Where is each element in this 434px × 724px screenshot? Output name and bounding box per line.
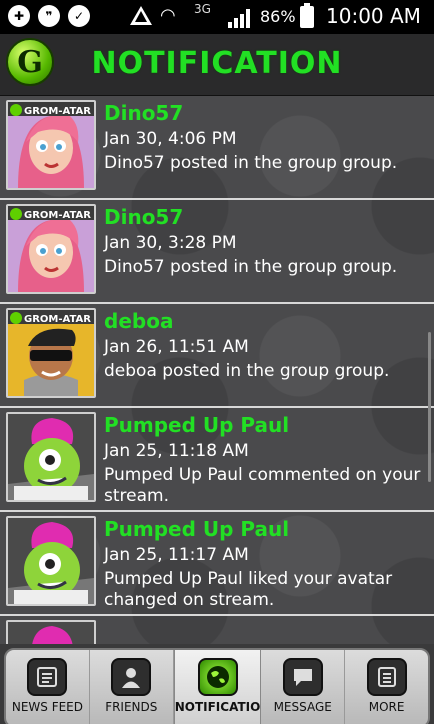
nav-news-feed[interactable]: NEWS FEED <box>6 650 90 724</box>
sender-name[interactable]: Pumped Up Paul <box>104 516 430 542</box>
nav-label: NOTIFICATIO <box>174 700 261 714</box>
message-icon <box>282 658 323 696</box>
globe-icon <box>197 658 238 696</box>
notification-message: Pumped Up Paul liked your avatar changed… <box>104 569 393 610</box>
notification-message: Dino57 posted in the group group. <box>104 257 398 277</box>
nav-label: FRIENDS <box>105 700 158 714</box>
notification-row[interactable]: Pumped Up Paul Jan 25, 11:17 AM Pumped U… <box>0 512 434 616</box>
timestamp: Jan 26, 11:51 AM <box>104 337 249 357</box>
warning-triangle-icon <box>130 6 152 25</box>
nav-label: MESSAGE <box>273 700 332 714</box>
sender-name[interactable]: Dino57 <box>104 204 430 230</box>
signal-icon <box>228 8 250 28</box>
avatar[interactable]: GROM-ATAR <box>6 100 96 190</box>
avatar-badge: GROM-ATAR <box>24 314 91 325</box>
sender-name[interactable]: deboa <box>104 308 430 334</box>
sender-name[interactable]: Pumped Up Paul <box>104 412 430 438</box>
notification-message: Dino57 posted in the group group. <box>104 153 398 173</box>
nav-label: NEWS FEED <box>11 700 84 714</box>
nav-panel: NEWS FEED FRIENDS NOTIFICATIO MESSAGE MO… <box>4 648 430 724</box>
notification-list[interactable]: GROM-ATAR Dino57 Jan 30, 4:06 PM Dino57 … <box>0 96 434 644</box>
notification-row[interactable]: GROM-ATAR Dino57 Jan 30, 3:28 PM Dino57 … <box>0 200 434 304</box>
nav-label: MORE <box>368 700 405 714</box>
avatar[interactable]: GROM-ATAR <box>6 308 96 398</box>
sender-name[interactable]: Dino57 <box>104 100 430 126</box>
friends-icon <box>111 658 152 696</box>
scrollbar[interactable] <box>428 332 431 482</box>
notification-text: Dino57 Jan 30, 3:28 PM Dino57 posted in … <box>104 204 430 278</box>
notification-message: deboa posted in the group group. <box>104 361 390 381</box>
network-type: 3G <box>194 2 211 16</box>
notification-row[interactable]: Pumped Up Paul Jan 25, 11:18 AM Pumped U… <box>0 408 434 512</box>
page-title: NOTIFICATION <box>91 46 343 81</box>
app-header: G NOTIFICATION <box>0 34 434 96</box>
app-window: ✚ ❞ ✓ ◠ 3G 86% 10:00 AM G NOTIFICATION G… <box>0 0 434 724</box>
timestamp: Jan 25, 11:18 AM <box>104 441 249 461</box>
nav-message[interactable]: MESSAGE <box>261 650 346 724</box>
avatar[interactable] <box>6 620 96 644</box>
notification-message: Pumped Up Paul commented on your stream. <box>104 465 421 506</box>
chat-bubble-icon: ❞ <box>38 5 60 27</box>
notification-row-partial[interactable] <box>0 616 434 644</box>
nav-friends[interactable]: FRIENDS <box>90 650 174 724</box>
avatar[interactable] <box>6 516 96 606</box>
timestamp: Jan 25, 11:17 AM <box>104 545 249 565</box>
check-shield-icon: ✓ <box>68 5 90 27</box>
avatar-badge: GROM-ATAR <box>24 106 91 117</box>
notification-text: Dino57 Jan 30, 4:06 PM Dino57 posted in … <box>104 100 430 174</box>
notification-row[interactable]: GROM-ATAR deboa Jan 26, 11:51 AM deboa p… <box>0 304 434 408</box>
more-icon <box>366 658 407 696</box>
avatar[interactable]: GROM-ATAR <box>6 204 96 294</box>
status-bar: ✚ ❞ ✓ ◠ 3G 86% 10:00 AM <box>0 0 434 34</box>
notification-text: deboa Jan 26, 11:51 AM deboa posted in t… <box>104 308 430 382</box>
clock: 10:00 AM <box>326 4 421 28</box>
timestamp: Jan 30, 4:06 PM <box>104 129 237 149</box>
usb-icon: ✚ <box>8 5 30 27</box>
nav-notifications[interactable]: NOTIFICATIO <box>173 650 262 724</box>
wifi-icon: ◠ <box>160 5 176 26</box>
battery-percent: 86% <box>260 7 296 26</box>
bottom-navigation: NEWS FEED FRIENDS NOTIFICATIO MESSAGE MO… <box>0 644 434 724</box>
avatar[interactable] <box>6 412 96 502</box>
nav-more[interactable]: MORE <box>345 650 428 724</box>
news-feed-icon <box>27 658 68 696</box>
avatar-badge: GROM-ATAR <box>24 210 91 221</box>
battery-icon <box>300 3 314 28</box>
notification-text: Pumped Up Paul Jan 25, 11:17 AM Pumped U… <box>104 516 430 611</box>
notification-text: Pumped Up Paul Jan 25, 11:18 AM Pumped U… <box>104 412 430 507</box>
notification-row[interactable]: GROM-ATAR Dino57 Jan 30, 4:06 PM Dino57 … <box>0 96 434 200</box>
timestamp: Jan 30, 3:28 PM <box>104 233 237 253</box>
status-left-icons: ✚ ❞ ✓ <box>8 5 90 27</box>
